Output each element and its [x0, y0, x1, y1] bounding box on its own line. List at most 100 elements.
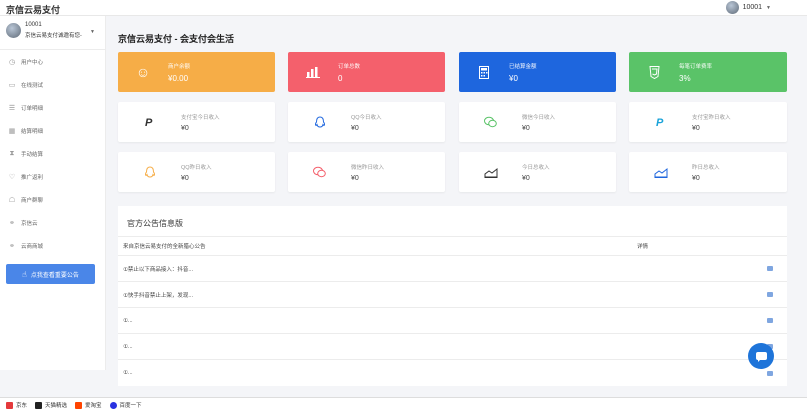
sidebar-user-sub: 京信云易支付诚邀有您-	[25, 33, 82, 39]
avatar	[725, 1, 739, 14]
income-label: 微信昨日收入	[351, 164, 385, 171]
announcement-text: ①...	[123, 317, 133, 324]
css-icon	[629, 65, 679, 79]
link-icon: ⚭	[9, 219, 15, 227]
chat-bubble-icon	[755, 352, 767, 362]
baidu-icon	[109, 401, 117, 409]
area-chart-icon	[629, 167, 692, 178]
income-label: QQ昨日收入	[181, 164, 212, 171]
chevron-down-icon: ▼	[766, 4, 771, 11]
tmall-icon	[35, 401, 43, 409]
income-label: 昨日总收入	[692, 164, 720, 171]
notice-button-label: 点我查看重要公告	[30, 272, 79, 279]
sidebar-item-label: 京信云	[21, 220, 38, 227]
table-row[interactable]: ①禁止以下商品接入：抖音...	[118, 256, 787, 282]
chevron-down-icon: ▼	[90, 29, 95, 35]
svg-text:P: P	[145, 117, 153, 128]
sidebar-item-label: 订单明细	[21, 105, 44, 112]
income-value: ¥0	[522, 174, 530, 182]
table-row[interactable]: ①快手抖音禁止上架，发现...	[118, 282, 787, 308]
bookmark-label: 天猫精选	[45, 403, 68, 409]
chat-button[interactable]	[748, 343, 774, 369]
hand-pointer-icon: ☝	[22, 269, 27, 279]
income-value: ¥0	[351, 174, 359, 182]
sidebar-user[interactable]: 10001 京信云易支付诚邀有您- ▼	[0, 16, 105, 50]
stat-label: 商户余额	[168, 63, 191, 70]
income-card-total-yesterday: 昨日总收入 ¥0	[629, 152, 787, 192]
income-card-qq-yesterday: QQ昨日收入 ¥0	[118, 152, 275, 192]
stat-card-settled: 已结算金额 ¥0	[459, 52, 616, 92]
stat-value: 0	[338, 73, 343, 83]
laptop-icon: ▭	[8, 81, 16, 89]
stat-value: ¥0	[509, 73, 518, 83]
bookmark-jd[interactable]: 京东	[6, 401, 27, 409]
sidebar-nav: ◷ 用户中心 ▭ 在线测试 ☰ 订单明细 ▦ 结算明细 ⧗ 手动结算 ♡ 推广返利 ☖ 商户群…	[0, 50, 105, 257]
bookmark-tmall[interactable]: 天猫精选	[35, 401, 67, 409]
column-header-detail: 详情	[637, 244, 649, 250]
qq-icon	[288, 115, 351, 129]
sidebar-item-manual-settle[interactable]: ⧗ 手动结算	[0, 142, 105, 165]
bar-chart-icon	[288, 66, 338, 78]
bookmark-label: 京东	[16, 403, 28, 409]
table-row[interactable]: ①...	[118, 334, 787, 360]
table-row[interactable]: ①...	[118, 308, 787, 334]
notice-button[interactable]: ☝ 点我查看重要公告	[6, 264, 95, 284]
page-title: 京信云易支付 - 会支付会生活	[118, 34, 234, 44]
bookmark-baidu[interactable]: 百度一下	[109, 401, 142, 409]
sidebar-item-online-test[interactable]: ▭ 在线测试	[0, 73, 105, 96]
sidebar-item-label: 用户中心	[21, 59, 44, 66]
announcement-title: 官方公告信息版	[127, 219, 183, 228]
jd-icon	[6, 401, 13, 409]
income-value: ¥0	[181, 174, 189, 182]
income-card-wechat-today: 微信今日收入 ¥0	[459, 102, 616, 142]
income-value: ¥0	[181, 124, 189, 132]
sidebar-item-label: 手动结算	[21, 151, 44, 158]
wechat-icon	[459, 116, 522, 128]
sidebar-item-user-center[interactable]: ◷ 用户中心	[0, 50, 105, 73]
announcement-panel: 官方公告信息版 来自京信云易支付的全新腊心公告 详情 ①禁止以下商品接入：抖音.…	[118, 206, 787, 386]
sidebar-item-label: 结算明细	[21, 128, 44, 135]
detail-icon[interactable]	[767, 292, 773, 297]
sidebar-item-jingxinyun[interactable]: ⚭ 京信云	[0, 211, 105, 234]
sidebar-item-label: 推广返利	[21, 174, 44, 181]
sidebar-item-settlements[interactable]: ▦ 结算明细	[0, 119, 105, 142]
table-row[interactable]: ①...	[118, 360, 787, 386]
detail-icon[interactable]	[767, 266, 773, 271]
income-label: 支付宝今日收入	[181, 114, 220, 121]
top-bar: 京信云易支付 10001 ▼	[0, 0, 807, 16]
bookmark-label: 爱淘宝	[85, 403, 102, 409]
income-card-wechat-yesterday: 微信昨日收入 ¥0	[288, 152, 445, 192]
bookmark-taobao[interactable]: 爱淘宝	[75, 401, 102, 409]
sidebar-avatar	[6, 23, 21, 38]
sidebar-item-orders[interactable]: ☰ 订单明细	[0, 96, 105, 119]
brand-title: 京信云易支付	[6, 5, 61, 15]
detail-icon[interactable]	[767, 370, 773, 376]
sidebar-item-mall[interactable]: ⚭ 云商商城	[0, 234, 105, 257]
income-label: 支付宝昨日收入	[692, 114, 731, 121]
sidebar-user-id: 10001	[25, 22, 42, 28]
sidebar-item-group-chat[interactable]: ☖ 商户群聊	[0, 188, 105, 211]
stat-label: 订单总数	[338, 63, 361, 70]
list-icon: ☰	[8, 104, 16, 112]
top-user-menu[interactable]: 10001 ▼	[725, 1, 771, 14]
income-card-alipay-today: P 支付宝今日收入 ¥0	[118, 102, 275, 142]
stat-card-fee-rate: 每笔订单费率 3%	[629, 52, 787, 92]
income-label: QQ今日收入	[351, 114, 382, 121]
stat-card-orders: 订单总数 0	[288, 52, 445, 92]
announcement-text: ①禁止以下商品接入：抖音...	[123, 266, 194, 273]
income-card-total-today: 今日总收入 ¥0	[459, 152, 616, 192]
income-value: ¥0	[351, 124, 359, 132]
gift-icon: ♡	[8, 173, 16, 181]
sidebar-item-label: 在线测试	[21, 82, 44, 89]
sidebar-item-rebate[interactable]: ♡ 推广返利	[0, 165, 105, 188]
stat-value: 3%	[679, 73, 691, 83]
taobao-icon	[75, 401, 83, 409]
detail-icon[interactable]	[767, 318, 773, 323]
stat-label: 已结算金额	[509, 63, 537, 70]
top-user-id: 10001	[742, 4, 763, 11]
income-label: 微信今日收入	[522, 114, 556, 121]
announcement-text: ①...	[123, 370, 133, 376]
link-icon: ⚭	[9, 242, 15, 250]
announcement-header: 来自京信云易支付的全新腊心公告 详情	[118, 236, 787, 256]
calculator-icon	[459, 65, 509, 79]
